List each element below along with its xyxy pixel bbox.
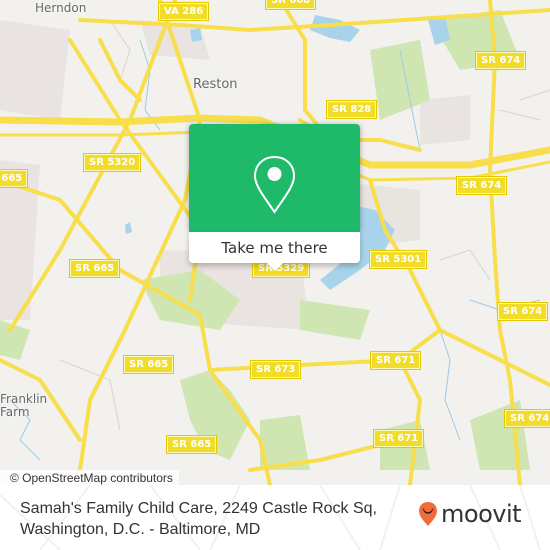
road-label-sr-665-left: SR 665 xyxy=(0,169,29,188)
moovit-pin-icon xyxy=(419,502,437,526)
moovit-logo[interactable]: moovit xyxy=(418,500,522,528)
road-label-sr-5301: SR 5301 xyxy=(368,250,428,269)
road-label-sr-671-bottom: SR 671 xyxy=(372,429,425,448)
road-label-sr-674-mid: SR 674 xyxy=(455,176,508,195)
road-label-sr-665-mid: SR 665 xyxy=(68,259,121,278)
popup-header xyxy=(189,124,360,232)
road-label-va-286: VA 286 xyxy=(157,2,210,21)
map-pin-icon xyxy=(253,155,296,214)
map[interactable]: Herndon Reston Franklin Farm VA 286 SR 6… xyxy=(0,0,550,485)
road-label-sr-674-bottom: SR 674 xyxy=(503,409,550,428)
location-address: Samah's Family Child Care, 2249 Castle R… xyxy=(20,500,377,538)
location-popup xyxy=(189,124,360,232)
map-attribution[interactable]: © OpenStreetMap contributors xyxy=(0,470,179,485)
road-label-sr-665-bottom: SR 665 xyxy=(165,435,218,454)
road-label-sr-671: SR 671 xyxy=(369,351,422,370)
road-label-sr-828: SR 828 xyxy=(325,100,378,119)
road-label-sr-665-low: SR 665 xyxy=(122,355,175,374)
moovit-wordmark: moovit xyxy=(441,500,522,528)
road-label-sr-674-right: SR 674 xyxy=(496,302,549,321)
place-label-franklin-farm: Franklin Farm xyxy=(0,392,48,419)
road-label-sr-674-top: SR 674 xyxy=(474,51,527,70)
popup-pointer xyxy=(266,262,284,271)
road-label-sr-608: SR 608 xyxy=(264,0,317,10)
take-me-there-button[interactable]: Take me there xyxy=(189,232,360,263)
road-label-sr-673: SR 673 xyxy=(249,360,302,379)
place-label-herndon: Herndon xyxy=(35,1,87,15)
place-label-reston: Reston xyxy=(193,77,238,92)
road-label-sr-5320: SR 5320 xyxy=(82,153,142,172)
